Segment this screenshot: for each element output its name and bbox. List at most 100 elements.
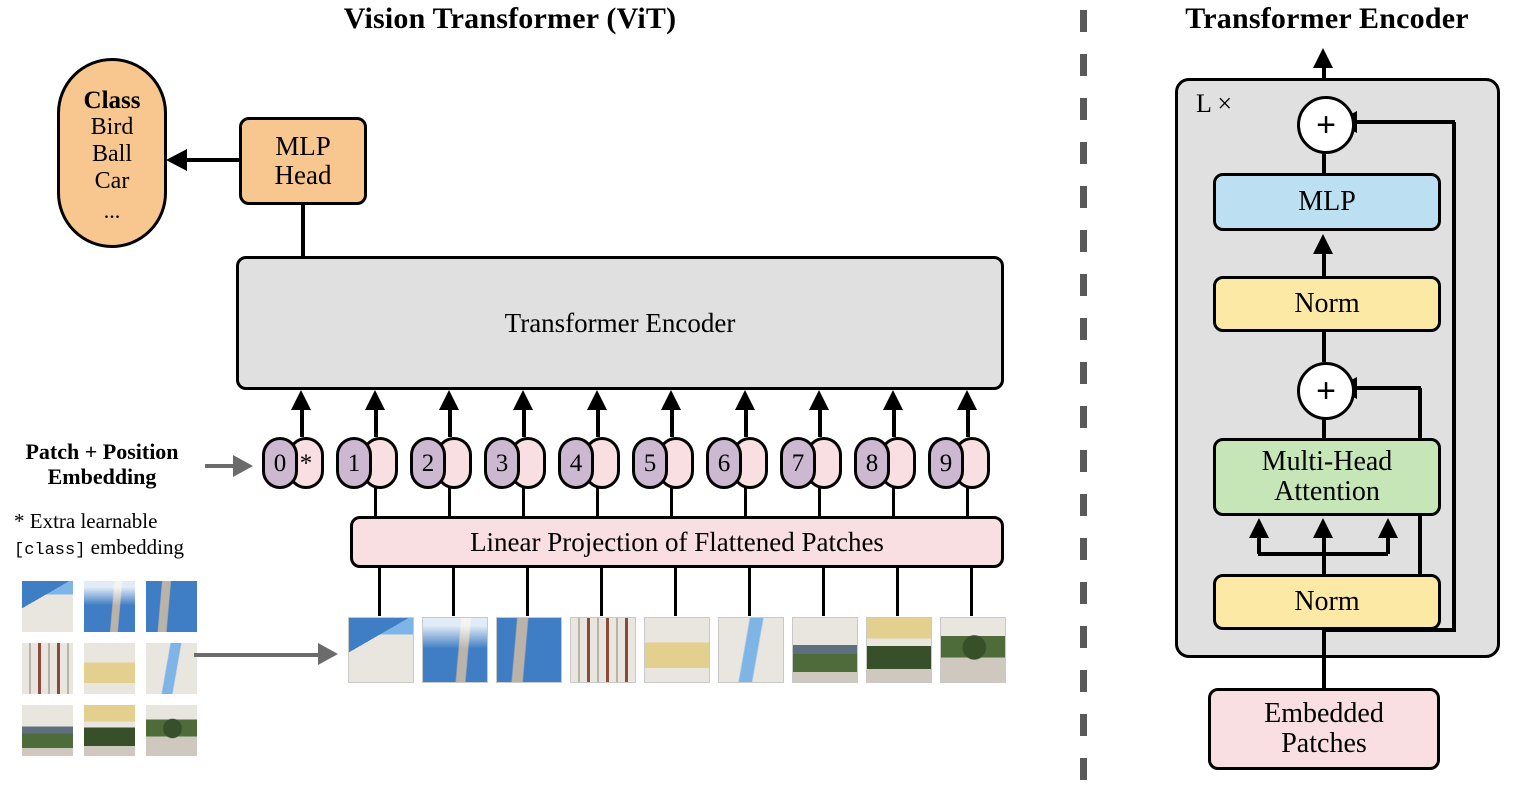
encoder-mlp-label: MLP xyxy=(1298,186,1356,218)
flattened-patch-tile xyxy=(496,617,562,683)
residual-path-inner-top xyxy=(1355,386,1421,390)
linear-projection-label: Linear Projection of Flattened Patches xyxy=(470,526,884,557)
image-to-patches-arrow-head xyxy=(318,643,338,665)
add-mid-to-norm-line xyxy=(1322,330,1326,362)
source-image-tile xyxy=(22,643,73,694)
footnote-line-1: * Extra learnable xyxy=(14,508,244,534)
flattened-patch-tile xyxy=(422,617,488,683)
transformer-encoder-label: Transformer Encoder xyxy=(504,307,736,338)
footnote-class-token: [class] xyxy=(14,541,86,561)
source-image-tile xyxy=(146,643,197,694)
class-heading: Class xyxy=(83,86,141,114)
patch-position-arrow-shaft xyxy=(205,464,235,468)
source-image-tile xyxy=(146,581,197,632)
encoder-output-arrowhead xyxy=(1313,48,1333,68)
projection-down-line xyxy=(526,566,529,616)
encoder-norm-upper-label: Norm xyxy=(1294,288,1360,320)
token-arrow-head xyxy=(291,390,311,410)
patch-position-line2: Embedding xyxy=(47,463,157,489)
projection-up-line xyxy=(596,488,599,518)
mlp-head-line2: Head xyxy=(274,160,332,190)
transformer-encoder-box: Transformer Encoder xyxy=(236,256,1004,390)
flattened-patch-tile xyxy=(866,617,932,683)
encoder-attention-block: Multi-Head Attention xyxy=(1213,438,1441,516)
projection-down-line xyxy=(674,566,677,616)
position-token-label: 1 xyxy=(347,449,361,477)
position-token-label: 9 xyxy=(939,449,953,477)
flattened-patch-tile xyxy=(348,617,414,683)
flattened-patch-tile xyxy=(644,617,710,683)
extra-learnable-marker: * xyxy=(299,449,313,477)
projection-down-line xyxy=(970,566,973,616)
token-arrow-head xyxy=(587,390,607,410)
source-image-tile xyxy=(22,705,73,756)
norm-to-mlp-arrowhead xyxy=(1313,234,1333,254)
source-image-tile xyxy=(22,581,73,632)
projection-down-line xyxy=(600,566,603,616)
position-token-0: 0 xyxy=(262,437,298,489)
token-arrow-head xyxy=(809,390,829,410)
position-token-label: 6 xyxy=(717,449,731,477)
position-token-4: 4 xyxy=(558,437,594,489)
extra-learnable-footnote: * Extra learnable [class] embedding xyxy=(14,508,244,562)
patch-position-arrow-head xyxy=(233,455,253,477)
position-token-label: 5 xyxy=(643,449,657,477)
projection-down-line xyxy=(896,566,899,616)
encoder-norm-lower-label: Norm xyxy=(1294,586,1360,618)
position-token-label: 8 xyxy=(865,449,879,477)
projection-up-line xyxy=(966,488,969,518)
embedded-to-norm-line xyxy=(1322,628,1326,690)
qkv-branch-left xyxy=(1257,538,1261,554)
projection-up-line xyxy=(374,488,377,518)
residual-add-bottom: + xyxy=(1297,362,1355,420)
encoder-norm-block-lower: Norm xyxy=(1213,574,1441,630)
image-to-patches-arrow-shaft xyxy=(194,653,320,657)
token-arrow-head xyxy=(365,390,385,410)
class-output-box: Class Bird Ball Car ... xyxy=(57,58,167,248)
qkv-branch-center xyxy=(1322,532,1326,574)
encoder-attention-line2: Attention xyxy=(1274,476,1380,507)
projection-up-line xyxy=(522,488,525,518)
class-item: Car xyxy=(94,167,130,194)
source-image-tile xyxy=(84,643,135,694)
footnote-text-1: Extra learnable xyxy=(29,509,158,533)
flattened-patch-tile xyxy=(940,617,1006,683)
qkv-arrowhead-left xyxy=(1249,518,1269,538)
patch-position-line1: Patch + Position xyxy=(25,439,179,464)
encoder-to-mlp-head-line xyxy=(301,203,305,258)
flattened-patch-tile xyxy=(570,617,636,683)
token-arrow-head xyxy=(735,390,755,410)
residual-path-outer-top xyxy=(1355,120,1455,124)
residual-path-outer-vertical xyxy=(1452,122,1456,632)
mlp-head-box: MLP Head xyxy=(239,117,367,205)
position-token-6: 6 xyxy=(706,437,742,489)
projection-up-line xyxy=(670,488,673,518)
projection-up-line xyxy=(892,488,895,518)
mlp-to-class-arrowhead xyxy=(166,149,187,171)
qkv-arrowhead-center xyxy=(1313,518,1333,538)
token-arrow-head xyxy=(883,390,903,410)
source-image-tile xyxy=(146,705,197,756)
position-token-label: 7 xyxy=(791,449,805,477)
flattened-patch-tile xyxy=(718,617,784,683)
projection-up-line xyxy=(818,488,821,518)
position-token-label: 4 xyxy=(569,449,583,477)
flattened-patch-tile xyxy=(792,617,858,683)
encoder-attention-line1: Multi-Head xyxy=(1261,446,1393,478)
position-token-5: 5 xyxy=(632,437,668,489)
footnote-star: * xyxy=(14,509,25,533)
position-token-3: 3 xyxy=(484,437,520,489)
qkv-arrowhead-right xyxy=(1378,518,1398,538)
token-arrow-head xyxy=(513,390,533,410)
source-image-tile xyxy=(84,705,135,756)
position-token-label: 3 xyxy=(495,449,509,477)
position-token-label: 2 xyxy=(421,449,435,477)
embedded-patches-block: Embedded Patches xyxy=(1208,688,1440,770)
encoder-repeat-label: L × xyxy=(1196,89,1233,118)
projection-up-line xyxy=(744,488,747,518)
position-token-7: 7 xyxy=(780,437,816,489)
projection-up-line xyxy=(448,488,451,518)
embedded-patches-line1: Embedded xyxy=(1264,698,1384,730)
projection-down-line xyxy=(748,566,751,616)
position-token-9: 9 xyxy=(928,437,964,489)
